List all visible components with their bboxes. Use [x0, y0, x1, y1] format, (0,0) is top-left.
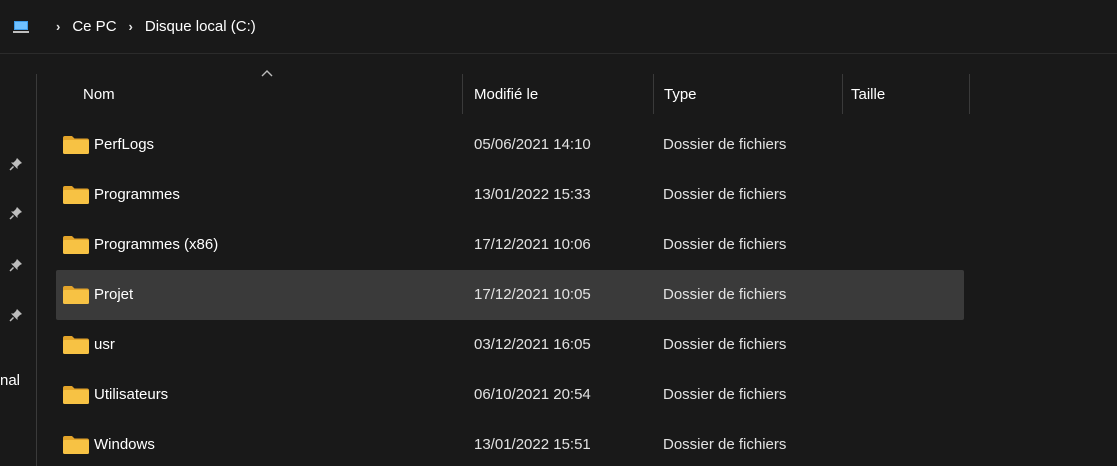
- column-header-size-label: Taille: [851, 85, 886, 103]
- file-type: Dossier de fichiers: [663, 186, 787, 203]
- file-row[interactable]: Programmes 13/01/2022 15:33 Dossier de f…: [56, 170, 964, 220]
- file-name: Windows: [94, 436, 155, 453]
- file-explorer-window: › Ce PC › Disque local (C:) nal Nom Modi…: [0, 0, 1117, 466]
- this-pc-icon: [13, 20, 29, 33]
- file-row[interactable]: PerfLogs 05/06/2021 14:10 Dossier de fic…: [56, 120, 964, 170]
- pin-icon[interactable]: [9, 157, 23, 171]
- file-row[interactable]: Utilisateurs 06/10/2021 20:54 Dossier de…: [56, 370, 964, 420]
- file-type: Dossier de fichiers: [663, 386, 787, 403]
- navigation-pane: [0, 55, 36, 466]
- folder-icon: [63, 436, 89, 454]
- file-name: PerfLogs: [94, 136, 155, 153]
- column-header-name-label: Nom: [83, 85, 115, 103]
- file-name: Programmes (x86): [94, 236, 219, 253]
- column-header-modified[interactable]: Modifié le: [463, 68, 653, 120]
- file-name: Programmes: [94, 186, 180, 203]
- file-modified-date: 05/06/2021 14:10: [474, 136, 591, 153]
- column-header-row: Nom Modifié le Type Taille: [56, 68, 1117, 120]
- pin-icon[interactable]: [9, 308, 23, 322]
- column-header-name[interactable]: Nom: [56, 68, 462, 120]
- file-type: Dossier de fichiers: [663, 236, 787, 253]
- nav-item-partial-label[interactable]: nal: [0, 372, 36, 389]
- breadcrumb-separator[interactable]: ›: [129, 19, 133, 34]
- file-name: usr: [94, 336, 115, 353]
- folder-icon: [63, 236, 89, 254]
- folder-icon: [63, 186, 89, 204]
- pane-divider[interactable]: [36, 74, 37, 466]
- address-bar[interactable]: › Ce PC › Disque local (C:): [0, 0, 1117, 54]
- column-header-type-label: Type: [664, 85, 697, 103]
- folder-icon: [63, 336, 89, 354]
- file-row[interactable]: Programmes (x86) 17/12/2021 10:06 Dossie…: [56, 220, 964, 270]
- file-modified-date: 17/12/2021 10:06: [474, 236, 591, 253]
- folder-icon: [63, 136, 89, 154]
- file-name: Projet: [94, 286, 134, 303]
- file-list: PerfLogs 05/06/2021 14:10 Dossier de fic…: [56, 120, 964, 466]
- file-row[interactable]: usr 03/12/2021 16:05 Dossier de fichiers: [56, 320, 964, 370]
- column-resize-handle[interactable]: [969, 74, 970, 114]
- file-modified-date: 17/12/2021 10:05: [474, 286, 591, 303]
- file-type: Dossier de fichiers: [663, 286, 787, 303]
- folder-icon: [63, 286, 89, 304]
- file-name: Utilisateurs: [94, 386, 169, 403]
- file-type: Dossier de fichiers: [663, 336, 787, 353]
- pin-icon[interactable]: [9, 258, 23, 272]
- file-modified-date: 06/10/2021 20:54: [474, 386, 591, 403]
- folder-icon: [63, 386, 89, 404]
- file-modified-date: 13/01/2022 15:33: [474, 186, 591, 203]
- column-header-type[interactable]: Type: [654, 68, 842, 120]
- file-type: Dossier de fichiers: [663, 136, 787, 153]
- file-modified-date: 03/12/2021 16:05: [474, 336, 591, 353]
- breadcrumb-item-local-disk[interactable]: Disque local (C:): [145, 18, 256, 35]
- file-type: Dossier de fichiers: [663, 436, 787, 453]
- file-row[interactable]: Windows 13/01/2022 15:51 Dossier de fich…: [56, 420, 964, 466]
- breadcrumb-item-this-pc[interactable]: Ce PC: [72, 18, 116, 35]
- pin-icon[interactable]: [9, 206, 23, 220]
- breadcrumb-separator[interactable]: ›: [56, 19, 60, 34]
- file-modified-date: 13/01/2022 15:51: [474, 436, 591, 453]
- column-header-size[interactable]: Taille: [843, 68, 969, 120]
- column-header-modified-label: Modifié le: [474, 85, 539, 103]
- file-row-selected[interactable]: Projet 17/12/2021 10:05 Dossier de fichi…: [56, 270, 964, 320]
